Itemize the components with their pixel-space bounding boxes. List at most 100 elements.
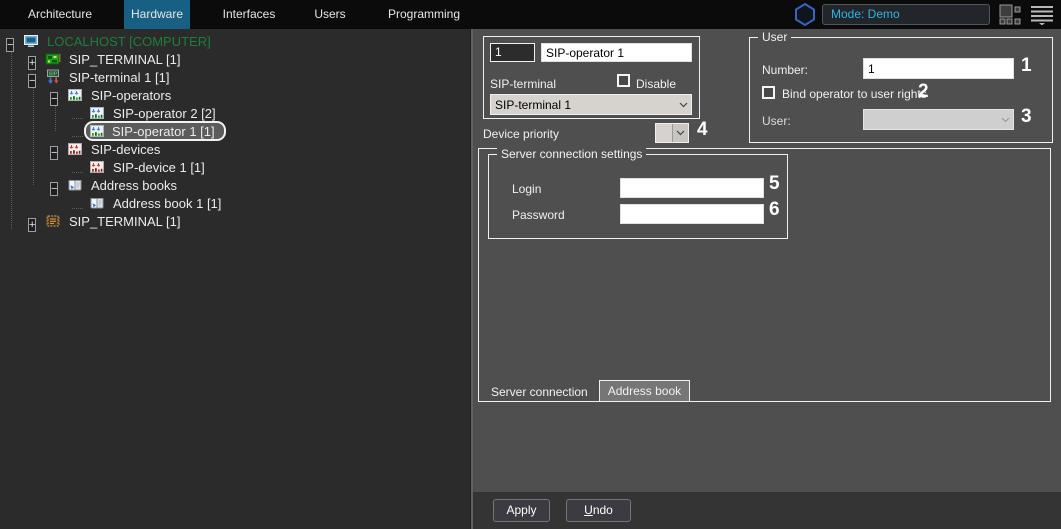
tree-item[interactable]: − Address books — [0, 176, 470, 194]
device-tree: −LOCALHOST [COMPUTER]+SIP_TERMINAL [1]−S… — [0, 32, 470, 230]
tab-server-connection[interactable]: Server connection — [489, 382, 596, 402]
chevron-down-icon — [997, 113, 1013, 127]
hexagon-logo-icon — [792, 2, 818, 27]
tree-item-label: Address books — [89, 178, 179, 193]
tree-item[interactable]: SIP-operator 2 [2] — [0, 104, 470, 122]
computer-icon — [23, 33, 39, 49]
collapse-minus-icon[interactable]: − — [50, 90, 61, 101]
sip-terminal-icon: SIP — [45, 69, 61, 85]
annotation-2: 2 — [918, 81, 929, 103]
user-group-title: User — [758, 30, 791, 44]
top-menu-bar: Architecture Hardware Interfaces Users P… — [0, 0, 1061, 29]
undo-rest: ndo — [593, 503, 613, 517]
bottom-tab-strip: Server connection Address book — [489, 380, 690, 402]
collapse-minus-icon[interactable]: − — [6, 36, 17, 47]
chevron-down-icon — [672, 124, 688, 142]
tree-connector — [72, 172, 83, 173]
tree-item[interactable]: + SIP_TERMINAL [1] — [0, 212, 470, 230]
expand-plus-icon[interactable]: + — [28, 54, 39, 65]
address-book-icon — [89, 195, 105, 211]
tree-item[interactable]: SIP-device 1 [1] — [0, 158, 470, 176]
sip-devices-icon — [67, 141, 83, 157]
tree-item-label: SIP-devices — [89, 142, 162, 157]
bind-operator-label: Bind operator to user rights — [782, 87, 927, 101]
menu-icon[interactable] — [1030, 5, 1054, 25]
chip-orange-icon — [45, 213, 61, 229]
tree-item[interactable]: + SIP_TERMINAL [1] — [0, 50, 470, 68]
device-priority-label: Device priority — [483, 127, 559, 141]
device-tree-panel: −LOCALHOST [COMPUTER]+SIP_TERMINAL [1]−S… — [0, 29, 470, 529]
collapse-minus-icon[interactable]: − — [28, 72, 39, 83]
server-group-title: Server connection settings — [497, 147, 646, 161]
password-label: Password — [512, 208, 565, 222]
application-window: Architecture Hardware Interfaces Users P… — [0, 0, 1061, 529]
disable-checkbox[interactable] — [617, 74, 630, 87]
tree-item[interactable]: − SIP SIP-terminal 1 [1] — [0, 68, 470, 86]
tree-item-label: SIP_TERMINAL [1] — [67, 52, 183, 67]
tree-item[interactable]: SIP-operator 1 [1] — [0, 122, 470, 140]
user-select[interactable] — [863, 109, 1014, 130]
annotation-6: 6 — [769, 199, 780, 221]
tree-item-label: SIP-terminal 1 [1] — [67, 70, 171, 85]
tree-connector — [72, 208, 83, 209]
sip-terminal-label: SIP-terminal — [490, 77, 556, 91]
tab-users[interactable]: Users — [300, 0, 360, 29]
properties-panel: 1 SIP-terminal Disable SIP-terminal 1 De… — [473, 29, 1061, 492]
tree-item-label: SIP-device 1 [1] — [111, 160, 207, 175]
user-label: User: — [762, 114, 791, 128]
sip-terminal-select-value: SIP-terminal 1 — [491, 98, 675, 112]
mode-indicator: Mode: Demo — [822, 4, 990, 25]
tree-item-label: SIP-operators — [89, 88, 173, 103]
user-number-input[interactable] — [863, 58, 1014, 79]
user-group: User Number: 1 Bind operator to user rig… — [749, 37, 1053, 143]
chevron-down-icon — [675, 98, 691, 112]
password-input[interactable] — [620, 204, 764, 224]
annotation-4: 4 — [697, 119, 708, 141]
tree-connector — [72, 136, 83, 137]
annotation-3: 3 — [1021, 106, 1032, 128]
board-green-icon — [45, 51, 61, 67]
tab-programming[interactable]: Programming — [376, 0, 472, 29]
tab-page-container: Server connection settings Login 5 Passw… — [478, 148, 1051, 402]
device-priority-select[interactable] — [655, 123, 689, 143]
tree-item-label: SIP-operator 2 [2] — [111, 106, 218, 121]
sip-terminal-select[interactable]: SIP-terminal 1 — [490, 94, 692, 115]
collapse-minus-icon[interactable]: − — [50, 180, 61, 191]
tree-connector — [72, 118, 83, 119]
tree-item[interactable]: Address book 1 [1] — [0, 194, 470, 212]
tab-interfaces[interactable]: Interfaces — [204, 0, 294, 29]
tree-item-label: Address book 1 [1] — [111, 196, 223, 211]
tree-item[interactable]: − SIP-operators — [0, 86, 470, 104]
tree-item[interactable]: − LOCALHOST [COMPUTER] — [0, 32, 470, 50]
selected-tree-item-highlight: SIP-operator 1 [1] — [84, 121, 226, 141]
sip-operators-icon — [67, 87, 83, 103]
tree-item-label: LOCALHOST [COMPUTER] — [45, 34, 213, 49]
apply-button[interactable]: Apply — [493, 499, 550, 522]
expand-plus-icon[interactable]: + — [28, 216, 39, 227]
login-input[interactable] — [620, 178, 764, 198]
tree-item[interactable]: − SIP-devices — [0, 140, 470, 158]
tab-address-book[interactable]: Address book — [599, 380, 690, 402]
tree-item-label: SIP-operator 1 [1] — [110, 124, 217, 139]
tab-architecture[interactable]: Architecture — [8, 0, 112, 29]
tree-item-label: SIP_TERMINAL [1] — [67, 214, 183, 229]
bind-operator-checkbox[interactable] — [762, 86, 775, 99]
operator-name-input[interactable] — [541, 43, 692, 62]
undo-accel: U — [584, 503, 593, 517]
sip-devices-icon — [89, 159, 105, 175]
server-connection-group: Server connection settings Login 5 Passw… — [488, 154, 788, 239]
collapse-minus-icon[interactable]: − — [50, 144, 61, 155]
sip-operators-icon — [89, 123, 105, 139]
login-label: Login — [512, 182, 541, 196]
layout-grid-icon[interactable] — [999, 4, 1023, 25]
operator-id-field[interactable]: 1 — [490, 43, 535, 62]
tab-hardware[interactable]: Hardware — [124, 0, 190, 29]
address-book-icon — [67, 177, 83, 193]
undo-button[interactable]: Undo — [566, 499, 631, 522]
svg-text:SIP: SIP — [49, 71, 58, 77]
action-bar: Apply Undo — [473, 492, 1061, 529]
disable-label: Disable — [636, 77, 676, 91]
identity-group: 1 SIP-terminal Disable SIP-terminal 1 — [483, 36, 700, 119]
sip-operators-icon — [89, 105, 105, 121]
number-label: Number: — [762, 63, 808, 77]
